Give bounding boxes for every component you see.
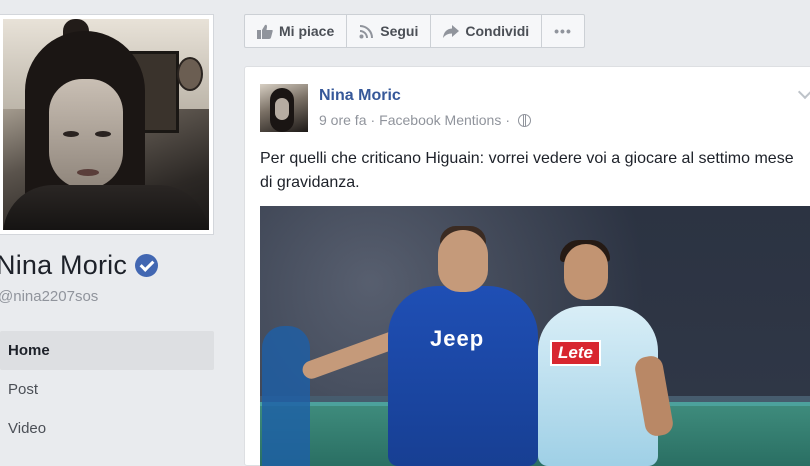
follow-button-label: Segui bbox=[380, 23, 419, 39]
avatar-face bbox=[275, 98, 289, 120]
post-author-name[interactable]: Nina Moric bbox=[319, 87, 401, 105]
profile-picture[interactable] bbox=[3, 19, 209, 230]
post-meta: 9 ore fa · Facebook Mentions · bbox=[319, 112, 535, 128]
post-options-chevron-icon[interactable] bbox=[797, 84, 810, 100]
nav-item-post[interactable]: Post bbox=[0, 370, 214, 409]
meta-separator: · bbox=[505, 112, 511, 128]
profile-picture-frame[interactable] bbox=[0, 14, 214, 235]
share-button[interactable]: Condividi bbox=[431, 15, 543, 47]
share-button-label: Condividi bbox=[465, 23, 530, 39]
follow-button[interactable]: Segui bbox=[347, 15, 432, 47]
image-napoli-head bbox=[564, 244, 608, 300]
globe-privacy-icon[interactable] bbox=[518, 113, 532, 127]
image-juve-head bbox=[438, 230, 488, 292]
post-timestamp[interactable]: 9 ore fa bbox=[319, 112, 366, 128]
thumbs-up-icon bbox=[257, 24, 273, 39]
photo-eye bbox=[95, 131, 111, 137]
like-button-label: Mi piace bbox=[279, 23, 335, 39]
photo-eye bbox=[63, 131, 79, 137]
page-action-bar: Mi piace Segui Condividi ••• bbox=[244, 14, 585, 48]
nav-item-video[interactable]: Video bbox=[0, 409, 214, 448]
photo-wall-mirror bbox=[177, 57, 203, 91]
post-card: Nina Moric 9 ore fa · Facebook Mentions … bbox=[244, 66, 810, 466]
verified-badge-icon bbox=[135, 254, 159, 277]
image-background-player bbox=[262, 326, 310, 466]
page-nav: Home Post Video bbox=[0, 331, 214, 448]
post-source[interactable]: Facebook Mentions bbox=[379, 112, 501, 128]
rss-follow-icon bbox=[359, 24, 374, 38]
nav-item-home[interactable]: Home bbox=[0, 331, 214, 370]
image-jeep-sponsor: Jeep bbox=[430, 326, 485, 351]
post-author-avatar[interactable] bbox=[260, 84, 308, 132]
meta-separator: · bbox=[370, 112, 376, 128]
more-button[interactable]: ••• bbox=[542, 15, 584, 47]
photo-jacket bbox=[3, 185, 209, 230]
post-text: Per quelli che criticano Higuain: vorrei… bbox=[260, 150, 794, 191]
share-arrow-icon bbox=[443, 24, 460, 38]
like-button[interactable]: Mi piace bbox=[245, 15, 348, 47]
page-handle[interactable]: @nina2207sos bbox=[0, 288, 98, 305]
page-name[interactable]: Nina Moric bbox=[0, 250, 127, 281]
photo-lips bbox=[77, 169, 99, 176]
image-juve-player bbox=[388, 286, 538, 466]
image-lete-sponsor: Lete bbox=[550, 340, 601, 366]
page-name-row: Nina Moric bbox=[0, 250, 159, 281]
left-column: Nina Moric @nina2207sos Home Post Video bbox=[0, 0, 229, 450]
post-image[interactable]: Jeep Lete bbox=[260, 206, 810, 466]
more-dots-icon: ••• bbox=[554, 23, 572, 39]
